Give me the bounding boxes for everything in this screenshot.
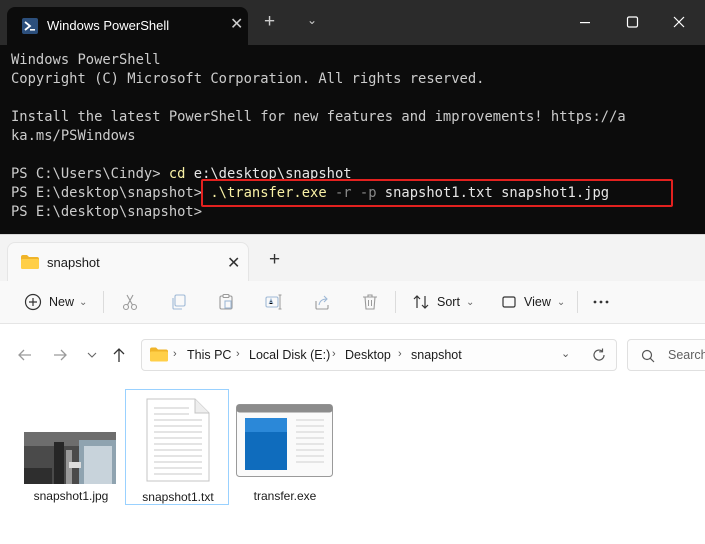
recent-locations-icon[interactable] bbox=[83, 346, 101, 364]
file-name: transfer.exe bbox=[253, 489, 317, 503]
file-item-transfer-exe[interactable]: transfer.exe bbox=[233, 389, 337, 505]
toolbar-divider bbox=[103, 291, 104, 313]
address-bar[interactable]: › This PC › Local Disk (E:) › Desktop › … bbox=[141, 339, 617, 371]
folder-icon bbox=[150, 347, 168, 362]
rename-icon[interactable] bbox=[265, 293, 283, 311]
file-name: snapshot1.jpg bbox=[33, 489, 109, 503]
powershell-window: Windows PowerShell ✕ + ⌄ Windows PowerSh… bbox=[0, 0, 705, 244]
powershell-titlebar: Windows PowerShell ✕ + ⌄ bbox=[0, 0, 705, 45]
chevron-right-icon: › bbox=[236, 348, 240, 360]
chevron-right-icon: › bbox=[332, 348, 336, 360]
breadcrumb-this-pc[interactable]: This PC bbox=[187, 348, 231, 362]
command-highlight-box bbox=[201, 179, 673, 207]
forward-arrow-icon[interactable] bbox=[51, 346, 69, 364]
chevron-down-icon[interactable]: ⌄ bbox=[307, 13, 317, 27]
command-bar: New ⌄ Sort ⌄ View ⌄ bbox=[0, 281, 705, 324]
explorer-titlebar: snapshot ✕ + bbox=[0, 234, 705, 282]
prompt: PS C:\Users\Cindy> bbox=[11, 166, 169, 182]
text-file-icon bbox=[146, 398, 210, 482]
terminal-line: Copyright (C) Microsoft Corporation. All… bbox=[11, 71, 485, 87]
powershell-icon bbox=[22, 18, 38, 34]
prompt: PS E:\desktop\snapshot> bbox=[11, 185, 211, 201]
exe-file-icon bbox=[236, 404, 333, 477]
chevron-down-icon: ⌄ bbox=[79, 296, 88, 308]
plus-icon[interactable]: + bbox=[264, 12, 275, 32]
view-button-label: View bbox=[524, 295, 551, 309]
breadcrumb-desktop[interactable]: Desktop bbox=[345, 348, 391, 362]
chevron-right-icon: › bbox=[173, 348, 177, 360]
folder-icon bbox=[21, 255, 39, 269]
chevron-down-icon: ⌄ bbox=[465, 296, 475, 308]
minimize-icon[interactable] bbox=[573, 12, 597, 32]
powershell-tab[interactable]: Windows PowerShell ✕ bbox=[7, 7, 248, 45]
copy-icon[interactable] bbox=[170, 293, 188, 311]
sort-button-label: Sort bbox=[437, 295, 460, 309]
file-explorer-window: snapshot ✕ + New ⌄ Sort ⌄ View ⌄ › This … bbox=[0, 234, 705, 544]
more-icon bbox=[593, 300, 609, 304]
search-placeholder: Search bbox=[668, 348, 705, 362]
cut-icon[interactable] bbox=[121, 293, 139, 311]
file-name: snapshot1.txt bbox=[142, 490, 214, 504]
maximize-icon[interactable] bbox=[620, 12, 644, 32]
toolbar-divider bbox=[395, 291, 396, 313]
breadcrumb-snapshot[interactable]: snapshot bbox=[411, 348, 462, 362]
terminal-line: Install the latest PowerShell for new fe… bbox=[11, 109, 626, 125]
terminal-line: Windows PowerShell bbox=[11, 52, 161, 68]
powershell-tab-title: Windows PowerShell bbox=[47, 18, 170, 33]
close-window-icon[interactable] bbox=[667, 12, 691, 32]
search-box[interactable]: Search bbox=[627, 339, 705, 371]
chevron-down-icon: ⌄ bbox=[556, 296, 566, 308]
file-item-snapshot1-txt[interactable]: snapshot1.txt bbox=[125, 389, 229, 505]
share-icon[interactable] bbox=[313, 293, 331, 311]
explorer-tab-title: snapshot bbox=[47, 255, 100, 270]
new-button[interactable]: New ⌄ bbox=[24, 291, 87, 313]
close-icon[interactable]: ✕ bbox=[227, 253, 240, 273]
delete-icon[interactable] bbox=[361, 293, 379, 311]
plus-icon[interactable]: + bbox=[269, 250, 280, 270]
refresh-icon[interactable] bbox=[591, 347, 607, 363]
explorer-tab[interactable]: snapshot ✕ bbox=[7, 242, 249, 282]
close-icon[interactable]: ✕ bbox=[230, 16, 243, 34]
new-button-label: New bbox=[49, 295, 75, 309]
back-arrow-icon[interactable] bbox=[16, 346, 34, 364]
command-verb: cd bbox=[168, 166, 186, 182]
sort-button[interactable]: Sort ⌄ bbox=[412, 291, 474, 313]
breadcrumb-local-disk[interactable]: Local Disk (E:) bbox=[249, 348, 330, 362]
search-icon bbox=[641, 349, 655, 363]
chevron-down-icon[interactable]: ⌄ bbox=[561, 347, 570, 360]
prompt: PS E:\desktop\snapshot> bbox=[11, 204, 211, 220]
view-button[interactable]: View ⌄ bbox=[500, 291, 565, 313]
chevron-right-icon: › bbox=[398, 348, 402, 360]
view-icon bbox=[502, 296, 516, 308]
toolbar-divider bbox=[577, 291, 578, 313]
more-options-button[interactable] bbox=[592, 291, 610, 313]
image-thumbnail bbox=[24, 432, 116, 484]
terminal-line: ka.ms/PSWindows bbox=[11, 128, 136, 144]
file-item-snapshot1-jpg[interactable]: snapshot1.jpg bbox=[19, 389, 123, 505]
paste-icon[interactable] bbox=[217, 293, 235, 311]
add-circle-icon bbox=[24, 293, 42, 311]
sort-icon bbox=[413, 295, 429, 309]
up-arrow-icon[interactable] bbox=[110, 346, 128, 364]
